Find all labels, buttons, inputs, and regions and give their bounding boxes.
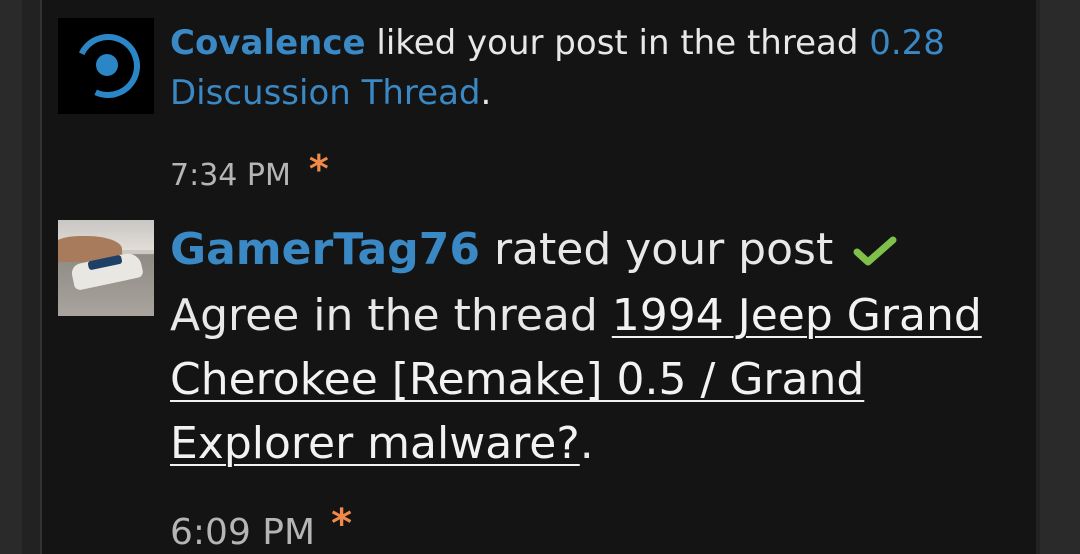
- timestamp: 6:09 PM: [170, 512, 316, 553]
- notification-body: GamerTag76 rated your post Agree in the …: [170, 218, 1026, 553]
- notification-body: Covalence liked your post in the thread …: [170, 18, 1026, 193]
- avatar-dot-graphic: [96, 54, 118, 76]
- notification-time-row: 7:34 PM *: [170, 150, 1026, 193]
- timestamp: 7:34 PM: [170, 158, 291, 193]
- sentence-end: .: [579, 418, 594, 469]
- avatar[interactable]: [58, 220, 154, 316]
- notification-time-row: 6:09 PM *: [170, 504, 1026, 553]
- check-icon: [853, 220, 897, 284]
- avatar[interactable]: [58, 18, 154, 114]
- new-marker-icon: *: [308, 147, 329, 191]
- sentence-end: .: [480, 73, 492, 113]
- action-text: rated your post: [493, 224, 834, 275]
- rating-text: Agree in the thread: [170, 290, 598, 341]
- new-marker-icon: *: [331, 501, 352, 547]
- notification-text: GamerTag76 rated your post Agree in the …: [170, 218, 1026, 476]
- notifications-panel: Covalence liked your post in the thread …: [40, 0, 1036, 554]
- notification-text: Covalence liked your post in the thread …: [170, 18, 1026, 118]
- username-link[interactable]: Covalence: [170, 23, 366, 63]
- username-link[interactable]: GamerTag76: [170, 224, 480, 275]
- action-text: liked your post in the thread: [376, 23, 859, 63]
